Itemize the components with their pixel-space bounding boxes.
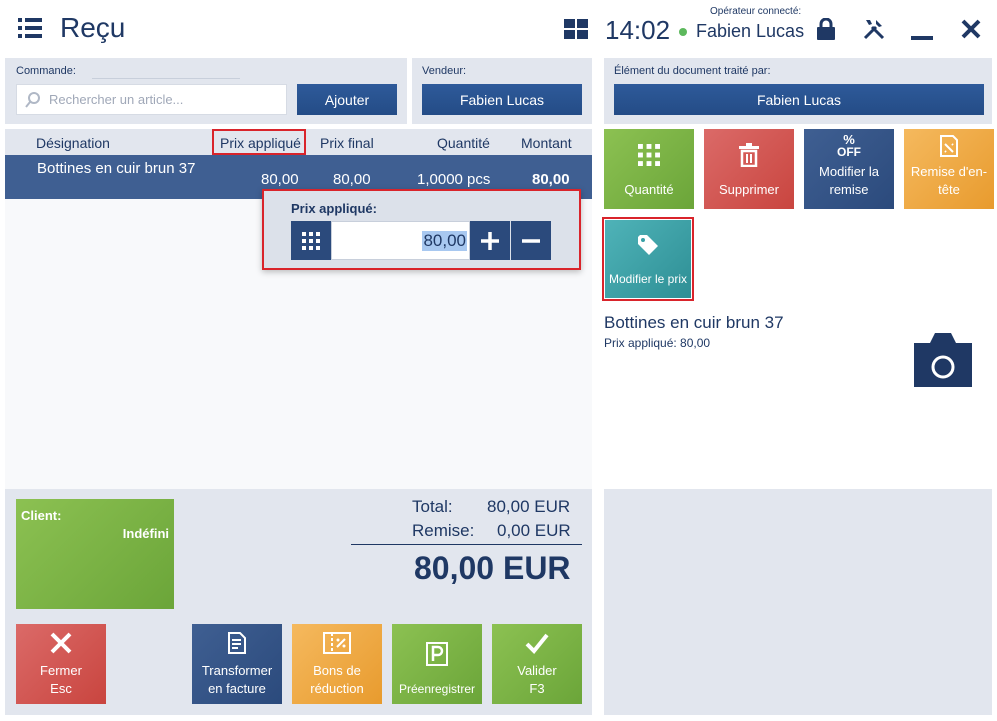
- total-value: 80,00 EUR: [487, 497, 571, 516]
- document-discount-icon: [937, 129, 961, 163]
- applied-price-popup: Prix appliqué: 80,00: [262, 189, 581, 270]
- discount-label: Remise:: [412, 521, 475, 540]
- close-button-key: Esc: [50, 681, 72, 696]
- increment-button[interactable]: [470, 221, 510, 260]
- off-text: OFF: [837, 145, 861, 159]
- close-button-label: Fermer: [40, 663, 82, 678]
- search-input[interactable]: [49, 92, 269, 107]
- item-name: Bottines en cuir brun 37: [604, 313, 784, 332]
- keypad-icon: [638, 129, 660, 181]
- totals-divider: [351, 544, 582, 545]
- quantity-tile[interactable]: Quantité: [604, 129, 694, 209]
- keypad-button[interactable]: [291, 221, 331, 260]
- tools-icon[interactable]: [861, 16, 887, 42]
- vouchers-button[interactable]: Bons de réduction: [292, 624, 382, 704]
- edit-discount-tile[interactable]: % OFF Modifier la remise: [804, 129, 894, 209]
- row-designation: Bottines en cuir brun 37: [37, 160, 196, 177]
- col-final-price[interactable]: Prix final: [320, 135, 374, 151]
- decrement-button[interactable]: [511, 221, 551, 260]
- processed-by-button[interactable]: Fabien Lucas: [614, 84, 984, 115]
- client-label: Client:: [21, 508, 62, 523]
- clock: 14:02: [605, 15, 671, 45]
- price-input[interactable]: 80,00: [331, 221, 470, 260]
- price-input-value: 80,00: [422, 230, 467, 251]
- discount-off-icon: % OFF: [837, 132, 861, 159]
- operator-name: Fabien Lucas: [696, 21, 805, 41]
- delete-tile[interactable]: Supprimer: [704, 129, 794, 209]
- invoice-label-2: en facture: [208, 681, 266, 696]
- voucher-icon: [323, 624, 351, 662]
- camera-icon[interactable]: [912, 329, 974, 389]
- order-label: Commande:: [16, 65, 76, 77]
- col-applied-price[interactable]: Prix appliqué: [220, 135, 301, 151]
- item-price-line: Prix appliqué: 80,00: [604, 336, 711, 350]
- order-divider: [92, 78, 240, 79]
- quantity-tile-label: Quantité: [624, 182, 674, 197]
- col-designation[interactable]: Désignation: [36, 135, 110, 151]
- parking-icon: [426, 642, 448, 666]
- edit-price-tile[interactable]: Modifier le prix: [605, 220, 691, 298]
- page-title: Reçu: [60, 12, 126, 43]
- close-icon[interactable]: [958, 16, 984, 42]
- total-label: Total:: [412, 497, 453, 516]
- vouchers-label-1: Bons de: [313, 663, 361, 678]
- processed-by-label: Élément du document traité par:: [614, 65, 771, 77]
- seller-label: Vendeur:: [422, 65, 467, 77]
- minimize-icon[interactable]: [911, 36, 933, 40]
- header-discount-label: Remise d'en-tête: [910, 164, 988, 197]
- transform-invoice-button[interactable]: Transformer en facture: [192, 624, 282, 704]
- preregister-label: Préenregistrer: [398, 682, 476, 696]
- seller-button[interactable]: Fabien Lucas: [422, 84, 582, 115]
- add-button[interactable]: Ajouter: [297, 84, 397, 115]
- operator-label: Opérateur connecté:: [710, 6, 802, 17]
- trash-icon: [738, 129, 760, 181]
- discount-value: 0,00 EUR: [497, 521, 571, 540]
- preregister-button[interactable]: Préenregistrer: [392, 624, 482, 704]
- col-amount[interactable]: Montant: [521, 135, 572, 151]
- client-tile[interactable]: Client: Indéfini: [16, 499, 174, 609]
- col-quantity[interactable]: Quantité: [437, 135, 490, 151]
- checkmark-icon: [525, 624, 549, 662]
- minus-icon: [522, 238, 540, 243]
- plus-icon: [481, 231, 499, 250]
- client-value: Indéfini: [122, 526, 169, 541]
- header-discount-tile[interactable]: Remise d'en-tête: [904, 129, 994, 209]
- keypad-icon: [302, 231, 320, 250]
- search-box[interactable]: [16, 84, 287, 115]
- edit-discount-label: Modifier la remise: [819, 164, 879, 197]
- delete-tile-label: Supprimer: [719, 182, 779, 197]
- popup-label: Prix appliqué:: [291, 201, 377, 216]
- validate-button[interactable]: Valider F3: [492, 624, 582, 704]
- validate-label: Valider: [517, 663, 557, 678]
- close-x-icon: [50, 624, 72, 662]
- invoice-icon: [225, 624, 249, 662]
- invoice-label-1: Transformer: [201, 663, 273, 678]
- edit-price-label: Modifier le prix: [608, 272, 688, 286]
- vouchers-label-2: réduction: [310, 681, 364, 696]
- grand-total: 80,00 EUR: [414, 550, 571, 586]
- layout-grid-icon[interactable]: [564, 19, 588, 39]
- row-final-price: 80,00: [333, 171, 371, 188]
- row-applied-price: 80,00: [261, 171, 299, 188]
- search-icon: [25, 91, 40, 108]
- price-tag-icon: [636, 220, 660, 270]
- menu-icon[interactable]: [18, 18, 42, 38]
- lock-icon[interactable]: [813, 16, 839, 42]
- row-amount: 80,00: [532, 171, 570, 188]
- row-quantity: 1,0000 pcs: [417, 171, 491, 188]
- close-button[interactable]: Fermer Esc: [16, 624, 106, 704]
- side-info-panel: [604, 489, 992, 715]
- validate-key: F3: [529, 681, 545, 696]
- online-status-icon: [679, 28, 687, 36]
